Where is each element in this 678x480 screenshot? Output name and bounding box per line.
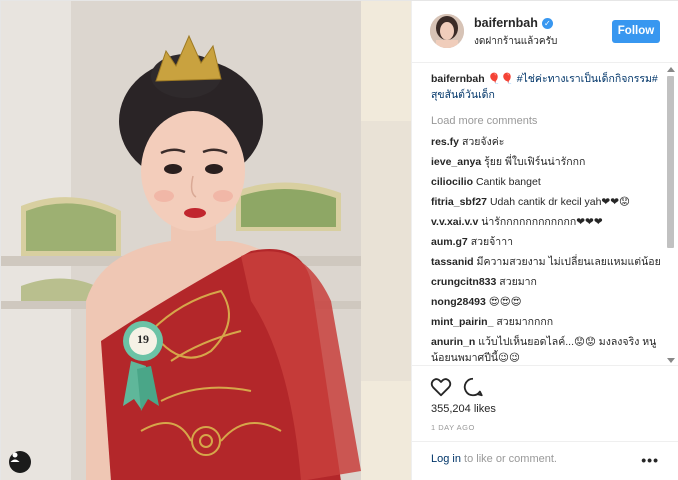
comment-username[interactable]: nong28493 bbox=[431, 296, 486, 308]
comment-bubble-icon[interactable] bbox=[462, 376, 484, 398]
instagram-post: 19 baifernbah ✓ งดฝากร้านแล้วครับ Follow… bbox=[0, 0, 678, 480]
comment-username[interactable]: crungcitn833 bbox=[431, 276, 496, 288]
post-timestamp[interactable]: 1 DAY AGO bbox=[431, 423, 475, 432]
comment-username[interactable]: ciliocilio bbox=[431, 176, 473, 188]
comment-text: สวยจังค่ะ bbox=[461, 136, 505, 148]
comment-item: mint_pairin_ สวยมากกกก bbox=[431, 314, 661, 330]
comment-username[interactable]: v.v.xai.v.v bbox=[431, 216, 478, 228]
comment-text: สวยจ้าาา bbox=[470, 236, 513, 248]
comment-text: รุ้ยย พี่ใบเฟิร์นน่ารักกก bbox=[484, 156, 586, 168]
scroll-thumb[interactable] bbox=[667, 76, 674, 248]
badge-number: 19 bbox=[137, 332, 149, 346]
comment-item: ciliocilio Cantik banget bbox=[431, 174, 661, 190]
heart-icon[interactable] bbox=[430, 376, 452, 398]
likes-count[interactable]: 355,204 likes bbox=[431, 403, 496, 415]
verified-badge-icon: ✓ bbox=[541, 17, 553, 29]
comment-item: tassanid มีความสวยงาม ไม่เปลี่ยนเลยแหมแต… bbox=[431, 254, 661, 270]
avatar-image bbox=[430, 14, 464, 48]
comment-username[interactable]: ieve_anya bbox=[431, 156, 481, 168]
comment-item: nong28493 😍😍😍 bbox=[431, 294, 661, 310]
login-link[interactable]: Log in bbox=[431, 453, 461, 465]
comment-username[interactable]: mint_pairin_ bbox=[431, 316, 493, 328]
caption-emoji: 🎈🎈 bbox=[487, 73, 514, 85]
login-suffix: to like or comment. bbox=[460, 453, 557, 465]
post-footer: Log in to like or comment. ••• bbox=[412, 441, 678, 480]
comment-text: 😍😍😍 bbox=[488, 296, 522, 308]
comment-username[interactable]: anurin_n bbox=[431, 336, 475, 348]
load-more-comments-link[interactable]: Load more comments bbox=[431, 113, 661, 129]
post-caption: baifernbah 🎈🎈 #ไช่ค่ะทางเราเป็นเด็กกิจกร… bbox=[431, 71, 661, 103]
caption-username[interactable]: baifernbah bbox=[431, 73, 485, 85]
comment-item: aum.g7 สวยจ้าาา bbox=[431, 234, 661, 250]
comment-item: fitria_sbf27 Udah cantik dr kecil yah❤❤😟 bbox=[431, 194, 661, 210]
comment-text: สวยมาก bbox=[499, 276, 537, 288]
comment-text: มีความสวยงาม ไม่เปลี่ยนเลยแหมแต่น้อย bbox=[476, 256, 661, 268]
post-actions: 355,204 likes 1 DAY AGO bbox=[412, 365, 678, 435]
post-location[interactable]: งดฝากร้านแล้วครับ bbox=[474, 34, 557, 49]
comments-scrollbar[interactable] bbox=[666, 67, 675, 363]
scroll-down-arrow-icon[interactable] bbox=[667, 358, 675, 363]
comment-item: res.fy สวยจังค่ะ bbox=[431, 134, 661, 150]
comment-item: ieve_anya รุ้ยย พี่ใบเฟิร์นน่ารักกก bbox=[431, 154, 661, 170]
post-photo[interactable]: 19 bbox=[1, 1, 411, 480]
comment-username[interactable]: fitria_sbf27 bbox=[431, 196, 487, 208]
comments-list[interactable]: baifernbah 🎈🎈 #ไช่ค่ะทางเราเป็นเด็กกิจกร… bbox=[431, 71, 661, 365]
author-username[interactable]: baifernbah bbox=[474, 16, 538, 30]
follow-button[interactable]: Follow bbox=[612, 20, 660, 43]
comment-username[interactable]: tassanid bbox=[431, 256, 474, 268]
photo-illustration bbox=[1, 1, 411, 480]
more-options-icon[interactable]: ••• bbox=[641, 452, 659, 468]
comment-item: crungcitn833 สวยมาก bbox=[431, 274, 661, 290]
avatar[interactable] bbox=[430, 14, 464, 48]
post-header: baifernbah ✓ งดฝากร้านแล้วครับ Follow bbox=[412, 1, 678, 63]
person-tag-icon[interactable] bbox=[9, 451, 31, 473]
comment-items: res.fy สวยจังค่ะ ieve_anya รุ้ยย พี่ใบเฟิ… bbox=[431, 134, 661, 365]
comment-username[interactable]: aum.g7 bbox=[431, 236, 468, 248]
post-side-panel: baifernbah ✓ งดฝากร้านแล้วครับ Follow ba… bbox=[411, 1, 678, 480]
person-tag-glyph bbox=[10, 452, 20, 462]
comment-item: v.v.xai.v.v น่ารักกกกกกกกกกกก❤❤❤ bbox=[431, 214, 661, 230]
comment-username[interactable]: res.fy bbox=[431, 136, 459, 148]
comment-item: anurin_n แว้บไปเห็นยอดไลค์...😟😟 มงลงจริง… bbox=[431, 334, 661, 365]
post-author[interactable]: baifernbah ✓ bbox=[474, 16, 553, 30]
comment-text: Udah cantik dr kecil yah❤❤😟 bbox=[489, 196, 630, 208]
comment-text: สวยมากกกก bbox=[496, 316, 554, 328]
comment-text: Cantik banget bbox=[475, 176, 541, 188]
login-prompt: Log in to like or comment. bbox=[431, 453, 557, 465]
scroll-up-arrow-icon[interactable] bbox=[667, 67, 675, 72]
comment-text: น่ารักกกกกกกกกกกก❤❤❤ bbox=[481, 216, 603, 228]
